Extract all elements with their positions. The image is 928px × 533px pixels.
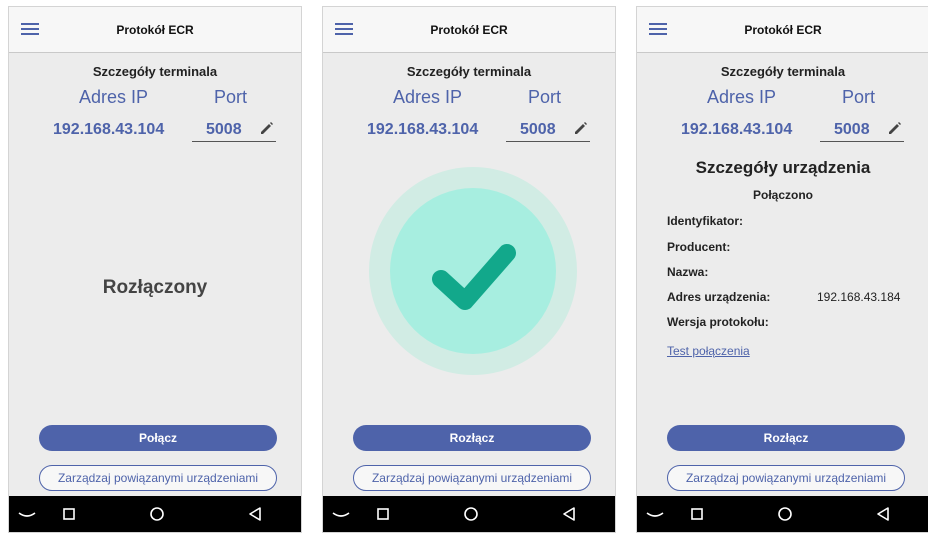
phone-screen-success: Protokół ECR Szczegóły terminala Adres I… xyxy=(322,6,616,533)
back-icon[interactable] xyxy=(559,504,579,524)
test-connection-link[interactable]: Test połączenia xyxy=(667,344,750,358)
system-nav-bar xyxy=(323,496,615,532)
manage-devices-button[interactable]: Zarządzaj powiązanymi urządzeniami xyxy=(353,465,591,491)
port-value: 5008 xyxy=(520,121,556,138)
check-icon xyxy=(369,167,577,375)
recents-icon[interactable] xyxy=(373,504,393,524)
ip-label: Adres IP xyxy=(79,87,149,107)
app-bar: Protokół ECR xyxy=(637,7,928,53)
edit-icon[interactable] xyxy=(572,122,590,136)
app-title: Protokół ECR xyxy=(430,23,508,37)
ip-value: 192.168.43.104 xyxy=(681,121,793,138)
port-value: 5008 xyxy=(834,121,870,138)
terminal-section-title: Szczegóły terminala xyxy=(720,64,846,79)
recents-icon[interactable] xyxy=(687,504,707,524)
port-field[interactable]: 5008 xyxy=(820,114,904,142)
keyboard-hide-icon[interactable] xyxy=(17,504,37,524)
device-connection-status: Połączono xyxy=(752,188,813,202)
app-bar: Protokół ECR xyxy=(323,7,615,53)
port-field[interactable]: 5008 xyxy=(192,114,276,142)
device-section-title: Szczegóły urządzenia xyxy=(695,158,871,177)
home-icon[interactable] xyxy=(775,504,795,524)
port-label: Port xyxy=(528,87,562,107)
ip-label: Adres IP xyxy=(707,87,777,107)
connect-button[interactable]: Połącz xyxy=(39,425,277,451)
ip-value: 192.168.43.104 xyxy=(53,121,165,138)
manage-devices-button[interactable]: Zarządzaj powiązanymi urządzeniami xyxy=(39,465,277,491)
system-nav-bar xyxy=(637,496,928,532)
app-title: Protokół ECR xyxy=(744,23,822,37)
app-bar: Protokół ECR xyxy=(9,7,301,53)
terminal-section-title: Szczegóły terminala xyxy=(406,64,532,79)
ip-value: 192.168.43.104 xyxy=(367,121,479,138)
port-label: Port xyxy=(842,87,876,107)
connection-status: Rozłączony xyxy=(102,277,208,298)
field-label-device-address: Adres urządzenia: xyxy=(667,290,771,304)
disconnect-button[interactable]: Rozłącz xyxy=(667,425,905,451)
disconnect-button[interactable]: Rozłącz xyxy=(353,425,591,451)
field-value-device-address: 192.168.43.184 xyxy=(817,290,901,304)
field-label-protocol-version: Wersja protokołu: xyxy=(667,315,769,329)
port-label: Port xyxy=(214,87,248,107)
port-value: 5008 xyxy=(206,121,242,138)
edit-icon[interactable] xyxy=(258,122,276,136)
field-label-identifier: Identyfikator: xyxy=(667,214,744,228)
phone-screen-disconnected: Protokół ECR Szczegóły terminala Adres I… xyxy=(8,6,302,533)
manage-devices-button[interactable]: Zarządzaj powiązanymi urządzeniami xyxy=(667,465,905,491)
keyboard-hide-icon[interactable] xyxy=(331,504,351,524)
recents-icon[interactable] xyxy=(59,504,79,524)
app-title: Protokół ECR xyxy=(116,23,194,37)
field-label-name: Nazwa: xyxy=(667,265,709,279)
port-field[interactable]: 5008 xyxy=(506,114,590,142)
home-icon[interactable] xyxy=(461,504,481,524)
back-icon[interactable] xyxy=(873,504,893,524)
phone-screen-device-details: Protokół ECR Szczegóły terminala Adres I… xyxy=(636,6,928,533)
back-icon[interactable] xyxy=(245,504,265,524)
ip-label: Adres IP xyxy=(393,87,463,107)
home-icon[interactable] xyxy=(147,504,167,524)
system-nav-bar xyxy=(9,496,301,532)
terminal-section-title: Szczegóły terminala xyxy=(92,64,218,79)
keyboard-hide-icon[interactable] xyxy=(645,504,665,524)
field-label-manufacturer: Producent: xyxy=(667,240,731,254)
edit-icon[interactable] xyxy=(886,122,904,136)
